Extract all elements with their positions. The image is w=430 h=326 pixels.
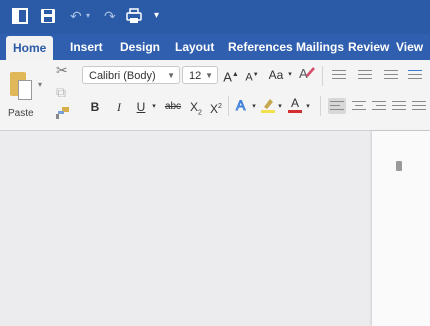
tab-mailings[interactable]: Mailings [296, 34, 344, 60]
shrink-font-button[interactable]: A▼ [244, 66, 260, 84]
tab-design[interactable]: Design [120, 34, 160, 60]
line-spacing-icon[interactable] [410, 98, 428, 114]
multilevel-list-icon[interactable] [382, 67, 400, 83]
align-left-icon[interactable] [328, 98, 346, 114]
redo-icon[interactable]: ↷ [104, 8, 116, 24]
highlight-dropdown-icon[interactable]: ▾ [276, 98, 284, 116]
align-right-icon[interactable] [370, 98, 388, 114]
text-effects-icon[interactable]: A [234, 96, 250, 114]
superscript-digit: 2 [218, 103, 222, 110]
subscript-label: X [190, 100, 199, 114]
quick-access-toolbar: ↶ ▾ ↷ ▾ [0, 0, 430, 34]
change-case-button[interactable]: Aa [266, 66, 286, 84]
superscript-label: X [210, 102, 219, 116]
clear-formatting-icon[interactable]: A [298, 64, 316, 82]
underline-dropdown-icon[interactable]: ▾ [150, 98, 158, 116]
group-divider [320, 96, 321, 116]
customize-icon[interactable]: ▾ [154, 8, 159, 24]
ribbon-tabs: Home Insert Design Layout References Mai… [0, 34, 430, 60]
justify-icon[interactable] [390, 98, 408, 114]
word-window: ↶ ▾ ↷ ▾ Home Insert Design Layout Refere… [0, 0, 430, 326]
print-icon[interactable] [126, 8, 142, 24]
italic-button[interactable]: I [112, 98, 126, 116]
paste-button[interactable]: Paste [6, 66, 50, 124]
copy-icon[interactable]: ⧉ [56, 84, 66, 101]
tab-layout[interactable]: Layout [175, 34, 214, 60]
font-family-value: Calibri (Body) [89, 70, 156, 82]
paste-sheet-icon [18, 80, 32, 100]
align-center-icon[interactable] [350, 98, 368, 114]
bullets-icon[interactable] [330, 67, 348, 83]
group-divider [228, 96, 229, 116]
document-canvas[interactable] [0, 131, 430, 326]
tab-view[interactable]: View [396, 34, 423, 60]
font-color-button[interactable]: A [288, 96, 302, 114]
font-family-select[interactable]: Calibri (Body) ▼ [82, 66, 180, 84]
subscript-button[interactable]: X2 [188, 98, 204, 116]
format-painter-icon[interactable] [54, 106, 70, 123]
text-cursor-icon [396, 161, 404, 173]
document-page[interactable] [372, 131, 430, 326]
font-color-swatch [288, 110, 302, 113]
sidebar-icon[interactable] [12, 8, 28, 24]
tab-review[interactable]: Review [348, 34, 389, 60]
tab-insert[interactable]: Insert [70, 34, 103, 60]
strikethrough-button[interactable]: abc [162, 98, 184, 116]
ribbon-home: Paste ▾ ✂ ⧉ Calibri (Body) ▼ 12 ▼ A▲ A▼ … [0, 60, 430, 131]
tab-home[interactable]: Home [6, 36, 54, 60]
text-effects-dropdown-icon[interactable]: ▾ [250, 98, 258, 116]
chevron-down-icon: ▼ [205, 71, 213, 80]
highlight-icon[interactable] [260, 96, 276, 114]
superscript-button[interactable]: X2 [208, 98, 224, 116]
tab-references[interactable]: References [228, 34, 293, 60]
font-color-label: A [290, 96, 299, 110]
numbering-icon[interactable] [356, 67, 374, 83]
svg-text:A: A [299, 66, 308, 81]
group-divider [322, 66, 323, 86]
paste-label: Paste [8, 108, 34, 119]
subscript-digit: 2 [198, 109, 202, 117]
paste-dropdown-icon[interactable]: ▾ [38, 80, 42, 89]
cut-icon[interactable]: ✂ [56, 62, 68, 79]
font-size-value: 12 [189, 70, 202, 82]
svg-text:A: A [236, 97, 246, 113]
shrink-font-label: A [245, 71, 253, 84]
save-icon[interactable] [40, 8, 56, 24]
grow-font-button[interactable]: A▲ [222, 66, 240, 84]
undo-dropdown-icon[interactable]: ▾ [86, 8, 90, 24]
change-case-dropdown-icon[interactable]: ▾ [286, 66, 294, 84]
chevron-down-icon: ▼ [167, 71, 175, 80]
font-size-select[interactable]: 12 ▼ [182, 66, 218, 84]
undo-icon[interactable]: ↶ [70, 8, 82, 24]
change-case-label: Aa [268, 68, 284, 82]
grow-font-label: A [223, 69, 232, 85]
font-color-dropdown-icon[interactable]: ▾ [304, 98, 312, 116]
decrease-indent-icon[interactable] [406, 67, 424, 83]
bold-button[interactable]: B [88, 98, 102, 116]
underline-button[interactable]: U [134, 98, 148, 116]
